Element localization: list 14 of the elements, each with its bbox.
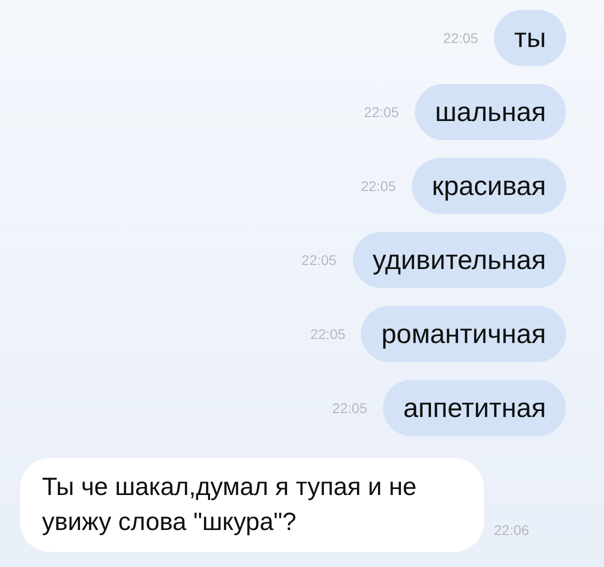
message-time: 22:05 bbox=[310, 326, 346, 342]
sent-message: шальная bbox=[414, 84, 566, 140]
message-time: 22:05 bbox=[443, 30, 478, 46]
message-time: 22:05 bbox=[364, 104, 399, 120]
sent-message: романтичная bbox=[361, 306, 566, 362]
received-message: Ты че шакал,думал я тупая и не увижу слова "шкура"? bbox=[20, 458, 484, 552]
message-time: 22:05 bbox=[332, 400, 368, 416]
sent-message: красивая bbox=[412, 158, 566, 214]
message-time: 22:05 bbox=[360, 178, 396, 194]
sent-message: удивительная bbox=[352, 232, 566, 288]
message-time: 22:05 bbox=[302, 252, 337, 268]
message-time: 22:06 bbox=[494, 522, 530, 538]
sent-message: ты bbox=[494, 10, 566, 66]
sent-message: аппетитная bbox=[383, 380, 566, 436]
